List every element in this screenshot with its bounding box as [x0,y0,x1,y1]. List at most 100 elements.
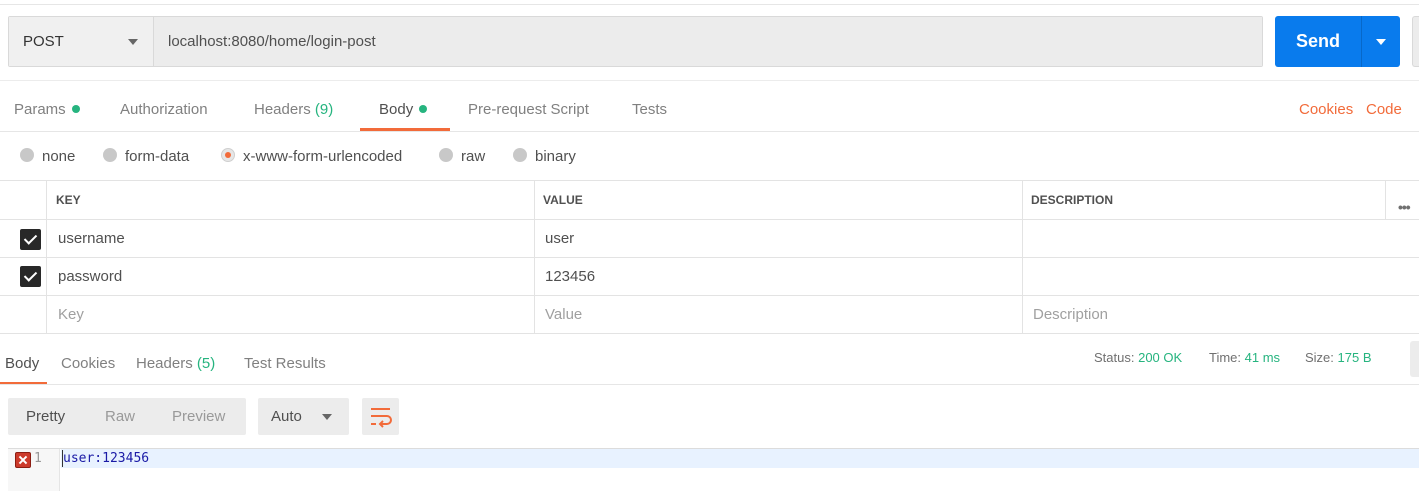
tab-label: Headers [254,101,311,118]
url-input[interactable] [155,17,1262,66]
tab-tests[interactable]: Tests [632,90,667,132]
value-cell[interactable]: 123456 [545,258,595,295]
headers-count: (5) [196,355,216,372]
send-button-group: Send [1275,16,1400,67]
format-raw[interactable]: Raw [105,398,135,435]
line-gutter: 1 [8,449,60,491]
table-row: password 123456 [0,258,1419,296]
response-text: user:123456 [63,451,150,466]
radio-selected-icon [221,148,235,162]
col-divider [534,258,535,295]
tab-label: Headers [136,355,193,372]
value-placeholder[interactable]: Value [545,296,582,333]
header-description: DESCRIPTION [1031,193,1114,207]
col-divider [46,181,47,219]
description-placeholder[interactable]: Description [1033,296,1108,333]
key-cell[interactable]: username [58,220,125,257]
tab-label: Tests [632,101,668,118]
col-divider [534,296,535,333]
size-value: 175 B [1337,350,1372,365]
response-body-editor[interactable]: 1 user:123456 [8,448,1419,491]
radio-label: binary [535,148,576,165]
col-divider [1385,181,1386,219]
code-link[interactable]: Code [1366,90,1402,132]
send-options-chevron-icon[interactable] [1362,16,1400,67]
time-value: 41 ms [1244,350,1281,365]
response-tab-test-results[interactable]: Test Results [244,345,326,382]
time-label: Time: [1209,350,1242,365]
divider [0,80,1419,81]
wrap-lines-button[interactable] [362,398,399,435]
radio-label: form-data [125,148,190,165]
tab-pre-request-script[interactable]: Pre-request Script [468,90,589,132]
radio-label: x-www-form-urlencoded [243,148,403,165]
col-divider [46,220,47,257]
status-readout: Status: 200 OK [1094,349,1182,366]
checkbox-checked-icon[interactable] [20,266,41,287]
divider [0,384,1419,385]
value-cell[interactable]: user [545,220,574,257]
time-readout: Time: 41 ms [1209,349,1280,366]
top-divider [0,4,1419,5]
col-divider [46,258,47,295]
divider [0,131,1419,132]
headers-count: (9) [314,101,334,118]
header-key: KEY [56,193,81,207]
col-divider [534,181,535,219]
table-header-row: KEY VALUE DESCRIPTION ••• [0,181,1419,220]
tab-body[interactable]: Body [379,90,428,132]
send-button[interactable]: Send [1275,16,1361,67]
params-table: KEY VALUE DESCRIPTION ••• username user … [0,180,1419,334]
save-button[interactable] [1412,16,1419,67]
key-cell[interactable]: password [58,258,122,295]
key-placeholder[interactable]: Key [58,296,84,333]
code-line: user:123456 [61,449,1419,468]
radio-label: none [42,148,76,165]
col-divider [1022,220,1023,257]
radio-icon [20,148,34,162]
format-preview[interactable]: Preview [172,398,225,435]
response-tab-cookies[interactable]: Cookies [61,345,115,382]
col-divider [534,220,535,257]
tab-label: Authorization [120,101,208,118]
tab-label: Pre-request Script [468,101,589,118]
cookies-link[interactable]: Cookies [1299,90,1353,132]
format-toggle: Pretty Raw Preview [8,398,246,435]
tab-params[interactable]: Params [14,90,80,132]
tab-label: Params [14,101,66,118]
status-label: Status: [1094,350,1135,365]
language-label: Auto [271,408,302,425]
radio-icon [103,148,117,162]
radio-icon [513,148,527,162]
radio-label: raw [461,148,486,165]
more-options-icon[interactable]: ••• [1398,199,1411,215]
table-row-new: Key Value Description [0,296,1419,334]
method-label: POST [23,33,64,50]
size-label: Size: [1305,350,1334,365]
response-tab-headers[interactable]: Headers (5) [136,345,215,382]
tab-label: Body [379,101,414,118]
error-icon [15,452,31,468]
radio-icon [439,148,453,162]
status-value: 200 OK [1138,350,1183,365]
tab-headers[interactable]: Headers (9) [254,90,333,132]
body-dot-icon [419,105,428,114]
save-response-button[interactable] [1410,341,1419,377]
request-bar: POST [8,16,1263,67]
format-pretty[interactable]: Pretty [26,398,65,435]
wrap-lines-icon [371,408,392,428]
col-divider [1022,181,1023,219]
col-divider [1022,258,1023,295]
method-select[interactable]: POST [9,17,154,66]
language-select[interactable]: Auto [258,398,349,435]
response-tab-body[interactable]: Body [5,345,39,382]
chevron-down-icon [322,414,332,420]
tab-authorization[interactable]: Authorization [120,90,208,132]
col-divider [46,296,47,333]
line-number: 1 [34,451,42,466]
request-tabs: Params Authorization Headers (9) Body Pr… [0,90,1419,132]
chevron-down-icon [128,39,138,45]
col-divider [1022,296,1023,333]
checkbox-checked-icon[interactable] [20,229,41,250]
response-tabs: Body Cookies Headers (5) Test Results [0,345,1419,385]
